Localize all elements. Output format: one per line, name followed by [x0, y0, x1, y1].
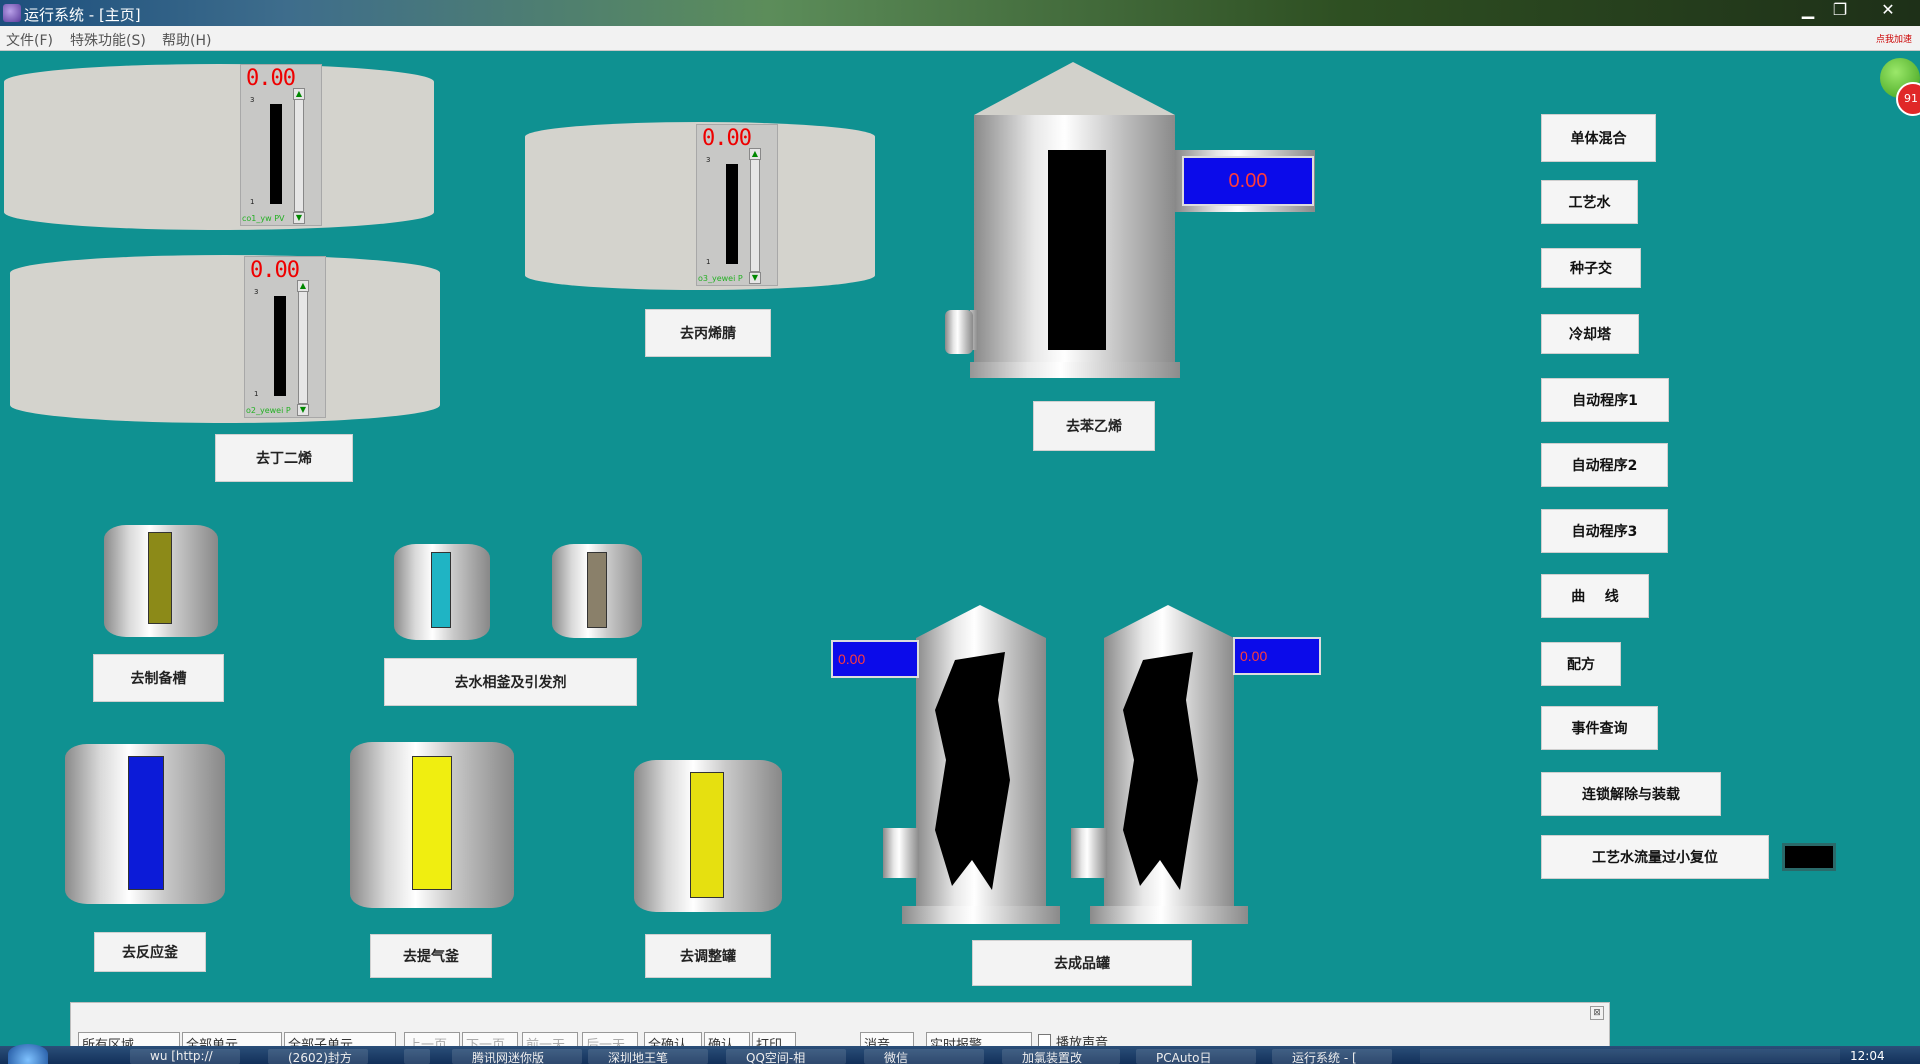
- gauge-3-value: 0.00: [702, 126, 752, 151]
- system-tray: [1420, 1049, 1840, 1063]
- taskbar-item-5[interactable]: 深圳地王笔: [588, 1049, 708, 1064]
- start-button-icon[interactable]: [8, 1044, 48, 1064]
- gauge-1-up-arrow-icon[interactable]: ▲: [293, 88, 305, 100]
- adjust-tank-stripe: [690, 772, 724, 898]
- to-styrene-label[interactable]: 去苯乙烯: [1033, 401, 1155, 451]
- menu-file[interactable]: 文件(F): [6, 30, 53, 50]
- button-auto-program-2[interactable]: 自动程序2: [1541, 443, 1668, 487]
- taskbar-item-8[interactable]: 加氯装置改: [1002, 1049, 1120, 1064]
- gauge-3-slider-track[interactable]: [750, 150, 760, 272]
- title-bar: [0, 0, 1920, 26]
- button-auto-program-1[interactable]: 自动程序1: [1541, 378, 1669, 422]
- menu-special[interactable]: 特殊功能(S): [70, 30, 146, 50]
- reset-indicator: [1782, 843, 1836, 871]
- to-adjust-label[interactable]: 去调整罐: [645, 934, 771, 978]
- window-title: 运行系统 - [主页]: [24, 6, 141, 24]
- button-recipe[interactable]: 配方: [1541, 642, 1621, 686]
- minimize-button[interactable]: ▁: [1790, 0, 1826, 22]
- water-phase-tank-1-stripe: [431, 552, 451, 628]
- gauge-2-top-tick: 3: [254, 288, 259, 296]
- taskbar-item-6[interactable]: QQ空间-相: [726, 1049, 846, 1064]
- taskbar-item-1[interactable]: wu [http://: [130, 1049, 240, 1064]
- gauge-2-down-arrow-icon[interactable]: ▼: [297, 404, 309, 416]
- gauge-2-tag: o2_yewei P: [246, 406, 291, 415]
- to-stripping-label[interactable]: 去提气釜: [370, 934, 492, 978]
- gauge-3-up-arrow-icon[interactable]: ▲: [749, 148, 761, 160]
- clock: 12:04: [1850, 1049, 1885, 1063]
- notification-badge[interactable]: 91: [1896, 82, 1920, 116]
- storage-tank-1: [4, 64, 434, 230]
- reactor-1-display: 0.00: [831, 640, 919, 678]
- button-event-query[interactable]: 事件查询: [1541, 706, 1658, 750]
- storage-tank-2: [10, 255, 440, 423]
- silo-side-nozzle: [945, 310, 973, 354]
- button-monomer-mix[interactable]: 单体混合: [1541, 114, 1656, 162]
- gauge-1-top-tick: 3: [250, 96, 255, 104]
- to-acrylonitrile-label[interactable]: 去丙烯腈: [645, 309, 771, 357]
- gauge-2-bar: [274, 296, 286, 396]
- accelerator-addon-text[interactable]: 点我加速: [1876, 32, 1920, 44]
- taskbar-item-10[interactable]: 运行系统 - [: [1272, 1049, 1392, 1064]
- taskbar-item-3[interactable]: [404, 1049, 430, 1064]
- gauge-3-tag: o3_yewei P: [698, 274, 743, 283]
- prep-tank-stripe: [148, 532, 172, 624]
- taskbar-item-2[interactable]: (2602)封方: [268, 1049, 368, 1064]
- button-auto-program-3[interactable]: 自动程序3: [1541, 509, 1668, 553]
- reactor-tank-stripe: [128, 756, 164, 890]
- reactor-2-display: 0.00: [1233, 637, 1321, 675]
- gauge-2-value: 0.00: [250, 258, 300, 283]
- gauge-1-value: 0.00: [246, 66, 296, 91]
- gauge-3-bottom-tick: 1: [706, 258, 711, 266]
- menu-bar: [0, 26, 1920, 51]
- gauge-1-bottom-tick: 1: [250, 198, 255, 206]
- close-button[interactable]: ✕: [1868, 0, 1908, 22]
- taskbar-item-9[interactable]: PCAuto日: [1136, 1049, 1256, 1064]
- to-product-label[interactable]: 去成品罐: [972, 940, 1192, 986]
- gauge-2-slider-track[interactable]: [298, 282, 308, 404]
- gauge-3-top-tick: 3: [706, 156, 711, 164]
- to-water-phase-label[interactable]: 去水相釜及引发剂: [384, 658, 637, 706]
- to-reactor-label[interactable]: 去反应釜: [94, 932, 206, 972]
- gauge-2-bottom-tick: 1: [254, 390, 259, 398]
- gauge-1-bar: [270, 104, 282, 204]
- button-process-water[interactable]: 工艺水: [1541, 180, 1638, 224]
- app-icon: [3, 4, 21, 22]
- styrene-silo: [970, 62, 1180, 378]
- button-curve[interactable]: 曲 线: [1541, 574, 1649, 618]
- statusbar-close-icon[interactable]: ⊠: [1590, 1006, 1604, 1020]
- silo-display: 0.00: [1182, 156, 1314, 206]
- to-butadiene-label[interactable]: 去丁二烯: [215, 434, 353, 482]
- to-prep-tank-label[interactable]: 去制备槽: [93, 654, 224, 702]
- gauge-3-bar: [726, 164, 738, 264]
- gauge-3-down-arrow-icon[interactable]: ▼: [749, 272, 761, 284]
- button-water-flow-reset[interactable]: 工艺水流量过小复位: [1541, 835, 1769, 879]
- gauge-1-down-arrow-icon[interactable]: ▼: [293, 212, 305, 224]
- menu-help[interactable]: 帮助(H): [162, 30, 211, 50]
- button-cooling-tower[interactable]: 冷却塔: [1541, 314, 1639, 354]
- water-phase-tank-2-stripe: [587, 552, 607, 628]
- maximize-button[interactable]: ❐: [1822, 0, 1858, 22]
- gauge-2-up-arrow-icon[interactable]: ▲: [297, 280, 309, 292]
- taskbar-item-7[interactable]: 微信: [864, 1049, 984, 1064]
- button-seed[interactable]: 种子交: [1541, 248, 1641, 288]
- gauge-1-slider-track[interactable]: [294, 90, 304, 212]
- gauge-1-tag: co1_yw PV: [242, 214, 285, 223]
- stripping-tank-stripe: [412, 756, 452, 890]
- taskbar-item-4[interactable]: 腾讯网迷你版: [452, 1049, 582, 1064]
- button-interlock-release[interactable]: 连锁解除与装载: [1541, 772, 1721, 816]
